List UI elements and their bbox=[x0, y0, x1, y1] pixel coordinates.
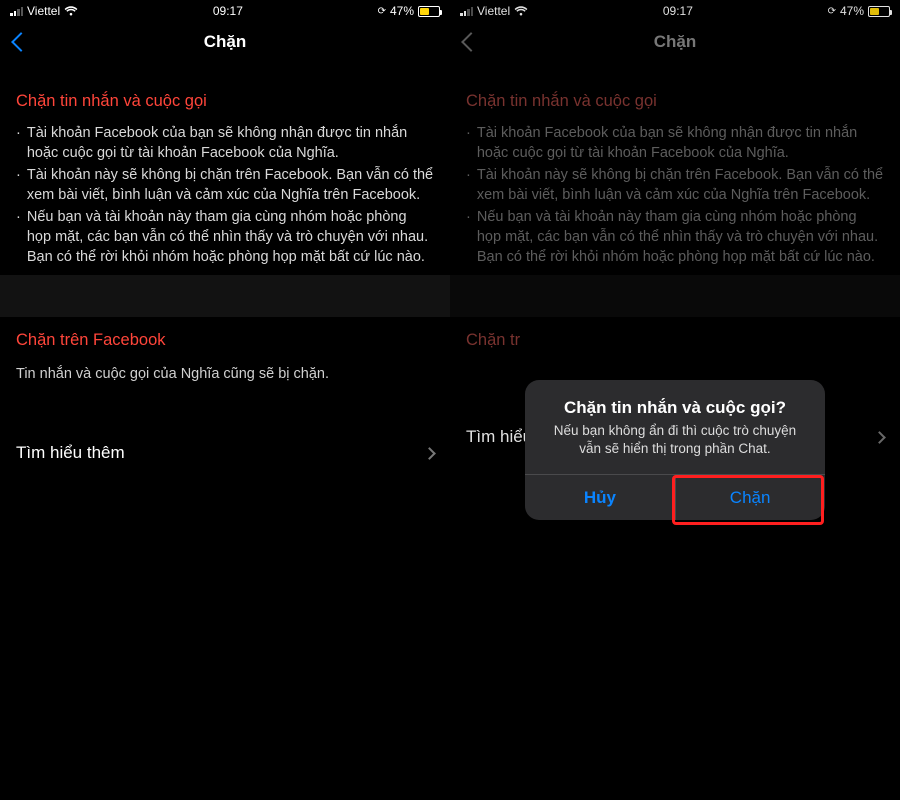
carrier-label: Viettel bbox=[27, 4, 60, 18]
signal-icon bbox=[10, 6, 23, 16]
wifi-icon bbox=[64, 6, 78, 16]
status-time: 09:17 bbox=[213, 4, 243, 18]
back-button[interactable] bbox=[11, 32, 31, 52]
block-messages-description: ·Tài khoản Facebook của bạn sẽ không nhậ… bbox=[0, 119, 450, 275]
learn-more-label: Tìm hiểu thêm bbox=[16, 443, 125, 463]
nav-bar: Chặn bbox=[0, 20, 450, 64]
confirm-block-alert: Chặn tin nhắn và cuộc gọi? Nếu bạn không… bbox=[525, 380, 825, 520]
phone-screen-left: Viettel 09:17 ⟳ 47% Chặn Chặn tin nhắn v… bbox=[0, 0, 450, 800]
chevron-right-icon bbox=[423, 447, 436, 460]
battery-percent: 47% bbox=[390, 4, 414, 18]
learn-more-row[interactable]: Tìm hiểu thêm bbox=[0, 428, 450, 478]
alert-confirm-button[interactable]: Chặn bbox=[675, 475, 825, 520]
section-divider bbox=[0, 275, 450, 317]
rotation-lock-icon: ⟳ bbox=[378, 6, 386, 17]
battery-icon bbox=[418, 6, 440, 17]
alert-message: Nếu bạn không ẩn đi thì cuộc trò chuyện … bbox=[543, 422, 807, 458]
phone-screen-right: Viettel 09:17 ⟳ 47% Chặn Chặn tin nhắn v… bbox=[450, 0, 900, 800]
alert-cancel-button[interactable]: Hủy bbox=[525, 475, 675, 520]
block-on-facebook-description: Tin nhắn và cuộc gọi của Nghĩa cũng sẽ b… bbox=[0, 358, 450, 394]
status-bar: Viettel 09:17 ⟳ 47% bbox=[0, 0, 450, 20]
block-on-facebook-header[interactable]: Chặn trên Facebook bbox=[0, 317, 450, 358]
alert-title: Chặn tin nhắn và cuộc gọi? bbox=[543, 398, 807, 418]
block-messages-calls-header[interactable]: Chặn tin nhắn và cuộc gọi bbox=[0, 64, 450, 119]
page-title: Chặn bbox=[0, 32, 450, 52]
